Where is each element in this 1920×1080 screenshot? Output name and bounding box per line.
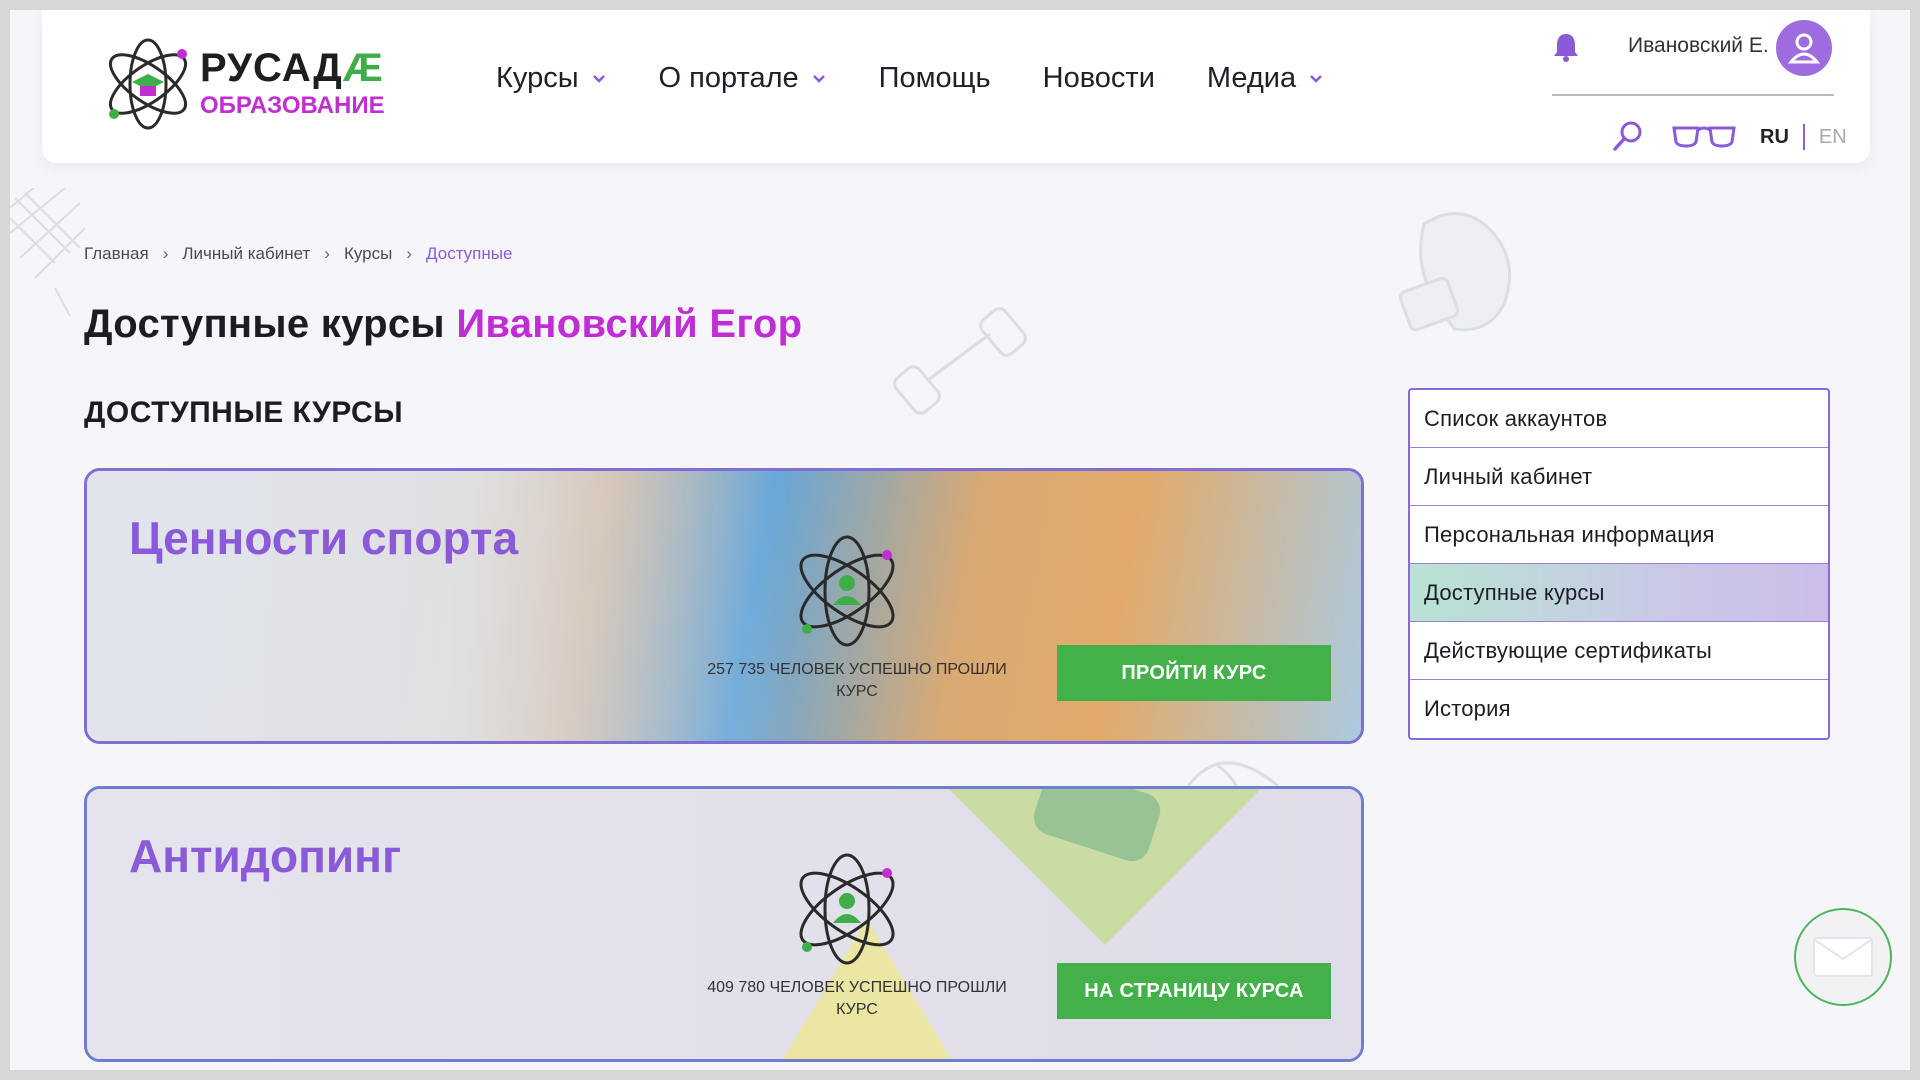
- chevron-down-icon: [1310, 74, 1323, 83]
- chevron-down-icon: [592, 74, 605, 83]
- header-user-area: Ивановский Е. RU EN: [1512, 10, 1847, 163]
- nav-courses-label: Курсы: [496, 62, 579, 94]
- course-page-button[interactable]: НА СТРАНИЦУ КУРСА: [1057, 963, 1331, 1019]
- nav-courses[interactable]: Курсы: [496, 62, 607, 95]
- search-icon[interactable]: [1612, 120, 1644, 152]
- glasses-icon[interactable]: [1672, 124, 1736, 148]
- breadcrumb-separator: ›: [162, 244, 169, 263]
- course-card: Антидопинг 409 780 человек успешно прошл…: [84, 786, 1364, 1062]
- section-title: ДОСТУПНЫЕ КУРСЫ: [84, 396, 404, 429]
- page-title-text: Доступные курсы: [84, 302, 445, 346]
- side-item-available-courses[interactable]: Доступные курсы: [1410, 564, 1828, 622]
- course-completions: 409 780 человек успешно прошли курс: [707, 979, 1007, 1018]
- course-card: Ценности спорта 257 735 человек успешно …: [84, 468, 1364, 744]
- logo-subtitle: ОБРАЗОВАНИЕ: [200, 92, 385, 119]
- header-divider: [1552, 94, 1834, 96]
- nav-help[interactable]: Помощь: [879, 62, 991, 95]
- page: РУСАДÆ ОБРАЗОВАНИЕ Курсы О портале Помощ…: [10, 10, 1910, 1070]
- course-title[interactable]: Ценности спорта: [129, 511, 518, 565]
- mail-button[interactable]: [1794, 908, 1892, 1006]
- lang-en[interactable]: EN: [1819, 126, 1847, 149]
- nav-about[interactable]: О портале: [659, 62, 827, 95]
- mail-icon: [1813, 937, 1873, 977]
- nav-media[interactable]: Медиа: [1207, 62, 1324, 95]
- user-name[interactable]: Ивановский Е.: [1628, 34, 1769, 58]
- lang-ru[interactable]: RU: [1760, 126, 1789, 149]
- page-title-user: Ивановский Егор: [456, 302, 803, 346]
- nav-news[interactable]: Новости: [1043, 62, 1155, 95]
- nav-help-label: Помощь: [878, 62, 991, 94]
- side-item-certificates[interactable]: Действующие сертификаты: [1410, 622, 1828, 680]
- language-switcher: RU EN: [1760, 124, 1847, 150]
- course-completions: 257 735 человек успешно прошли курс: [707, 661, 1007, 700]
- nav-news-label: Новости: [1042, 62, 1155, 94]
- atom-icon: [799, 535, 895, 647]
- side-item-accounts[interactable]: Список аккаунтов: [1410, 390, 1828, 448]
- dumbbell-decoration: [893, 307, 1027, 415]
- glove-decoration: [1398, 212, 1512, 332]
- nav-media-label: Медиа: [1206, 62, 1297, 94]
- breadcrumb-separator: ›: [406, 244, 413, 263]
- lang-divider: [1802, 124, 1805, 150]
- course-title[interactable]: Антидопинг: [129, 829, 401, 883]
- breadcrumb-current: Доступные: [426, 244, 513, 263]
- atom-logo-icon: [109, 38, 187, 130]
- atom-icon: [799, 853, 895, 965]
- nav-about-label: О портале: [658, 62, 799, 94]
- breadcrumb-separator: ›: [324, 244, 330, 263]
- user-avatar-icon[interactable]: [1776, 20, 1832, 76]
- site-header: РУСАДÆ ОБРАЗОВАНИЕ Курсы О портале Помощ…: [42, 10, 1870, 163]
- page-title: Доступные курсы Ивановский Егор: [84, 302, 802, 347]
- side-item-personal-info[interactable]: Персональная информация: [1410, 506, 1828, 564]
- racket-decoration: [10, 188, 86, 317]
- bell-icon[interactable]: [1552, 32, 1580, 62]
- site-logo[interactable]: РУСАДÆ ОБРАЗОВАНИЕ: [100, 32, 400, 132]
- breadcrumb-account[interactable]: Личный кабинет: [182, 244, 310, 264]
- side-item-history[interactable]: История: [1410, 680, 1828, 738]
- account-side-menu: Список аккаунтов Личный кабинет Персонал…: [1408, 388, 1830, 740]
- breadcrumb: Главная › Личный кабинет › Курсы › Досту…: [84, 244, 512, 264]
- logo-title: РУСАДÆ: [200, 46, 384, 90]
- breadcrumb-courses[interactable]: Курсы: [344, 244, 392, 264]
- breadcrumb-home[interactable]: Главная: [84, 244, 149, 264]
- take-course-button[interactable]: ПРОЙТИ КУРС: [1057, 645, 1331, 701]
- side-item-account[interactable]: Личный кабинет: [1410, 448, 1828, 506]
- chevron-down-icon: [812, 74, 825, 83]
- main-nav: Курсы О портале Помощь Новости Медиа: [496, 62, 1376, 95]
